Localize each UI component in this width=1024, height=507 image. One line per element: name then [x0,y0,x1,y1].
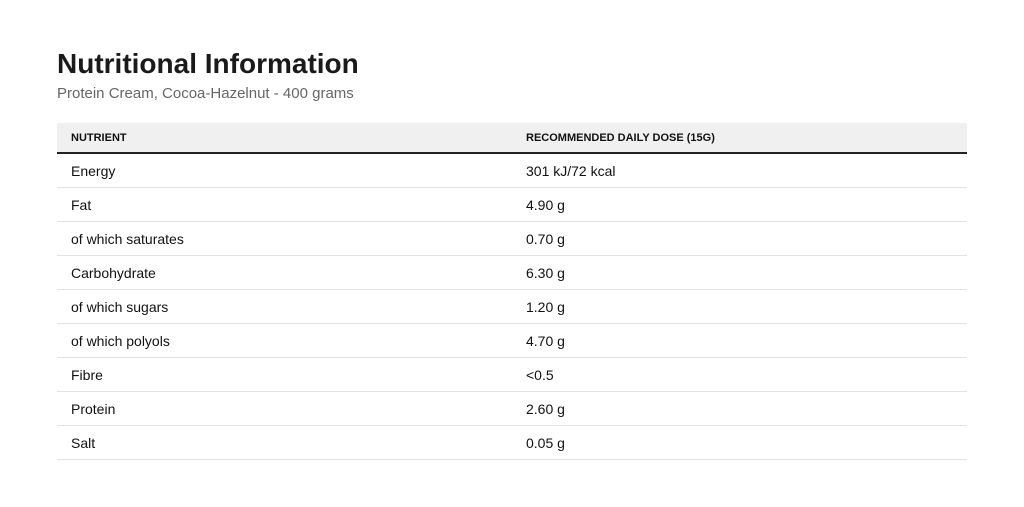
table-header: Nutrient Recommended Daily Dose (15g) [57,123,967,154]
table-row: Salt 0.05 g [57,425,967,460]
nutrient-value: <0.5 [512,357,967,392]
nutrient-name: Fat [57,187,512,222]
nutrient-value: 4.90 g [512,187,967,222]
nutrition-table: Nutrient Recommended Daily Dose (15g) En… [57,123,967,460]
nutrient-value: 0.05 g [512,425,967,460]
column-header-nutrient: Nutrient [57,123,512,154]
table-row: Protein 2.60 g [57,391,967,426]
table-row: Fibre <0.5 [57,357,967,392]
column-header-daily-dose: Recommended Daily Dose (15g) [512,123,967,154]
table-row: of which sugars 1.20 g [57,289,967,324]
nutrition-panel: Nutritional Information Protein Cream, C… [57,46,967,460]
nutrient-name: Fibre [57,357,512,392]
nutrient-name: of which polyols [57,323,512,358]
table-row: of which polyols 4.70 g [57,323,967,358]
nutrient-name: of which saturates [57,221,512,256]
nutrient-value: 4.70 g [512,323,967,358]
table-row: of which saturates 0.70 g [57,221,967,256]
table-body: Energy 301 kJ/72 kcal Fat 4.90 g of whic… [57,153,967,460]
nutrient-name: Protein [57,391,512,426]
nutrient-value: 301 kJ/72 kcal [512,153,967,188]
table-row: Fat 4.90 g [57,187,967,222]
nutrient-name: Energy [57,153,512,188]
page-title: Nutritional Information [57,48,359,79]
nutrient-name: Salt [57,425,512,460]
table-row: Energy 301 kJ/72 kcal [57,153,967,188]
nutrient-value: 2.60 g [512,391,967,426]
nutrient-value: 0.70 g [512,221,967,256]
nutrient-name: Carbohydrate [57,255,512,290]
nutrient-value: 6.30 g [512,255,967,290]
product-subtitle: Protein Cream, Cocoa-Hazelnut - 400 gram… [57,85,354,102]
table-row: Carbohydrate 6.30 g [57,255,967,290]
nutrient-name: of which sugars [57,289,512,324]
nutrient-value: 1.20 g [512,289,967,324]
header-row: Nutrient Recommended Daily Dose (15g) [57,123,967,154]
